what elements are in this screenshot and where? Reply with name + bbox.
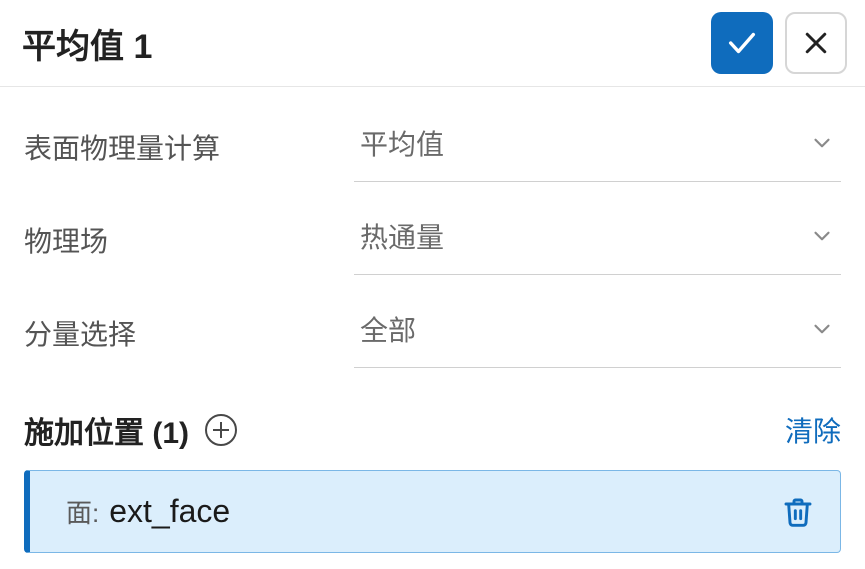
field-label: 分量选择 (24, 313, 354, 353)
chevron-down-icon (809, 316, 835, 342)
physics-select[interactable]: 热通量 (354, 204, 841, 275)
field-value: 热通量 (360, 216, 444, 256)
field-value: 全部 (360, 309, 416, 349)
field-surface-calc: 表面物理量计算 平均值 (24, 111, 841, 182)
delete-location-button[interactable] (782, 496, 814, 528)
trash-icon (782, 496, 814, 528)
header-actions (711, 12, 847, 74)
add-location-button[interactable] (205, 414, 237, 446)
component-select[interactable]: 全部 (354, 297, 841, 368)
chevron-down-icon (809, 130, 835, 156)
panel-body: 表面物理量计算 平均值 物理场 热通量 分量选择 全部 (0, 87, 865, 553)
clear-locations-link[interactable]: 清除 (785, 410, 841, 450)
field-physics: 物理场 热通量 (24, 204, 841, 275)
panel-title: 平均值 1 (22, 19, 152, 68)
average-settings-panel: 平均值 1 表面物理量计算 平均值 物理场 热通量 (0, 0, 865, 569)
panel-header: 平均值 1 (0, 0, 865, 87)
location-prefix: 面: (66, 493, 99, 530)
surface-calc-select[interactable]: 平均值 (354, 111, 841, 182)
locations-header-left: 施加位置 (1) (24, 408, 237, 452)
locations-title: 施加位置 (1) (24, 408, 189, 452)
field-component: 分量选择 全部 (24, 297, 841, 368)
field-value: 平均值 (360, 123, 444, 163)
location-name: ext_face (109, 493, 230, 530)
close-icon (801, 28, 831, 58)
location-item-label: 面: ext_face (66, 493, 230, 530)
field-label: 物理场 (24, 220, 354, 260)
chevron-down-icon (809, 223, 835, 249)
check-icon (725, 26, 759, 60)
location-item[interactable]: 面: ext_face (24, 470, 841, 553)
locations-header: 施加位置 (1) 清除 (24, 408, 841, 452)
cancel-button[interactable] (785, 12, 847, 74)
field-label: 表面物理量计算 (24, 127, 354, 167)
confirm-button[interactable] (711, 12, 773, 74)
